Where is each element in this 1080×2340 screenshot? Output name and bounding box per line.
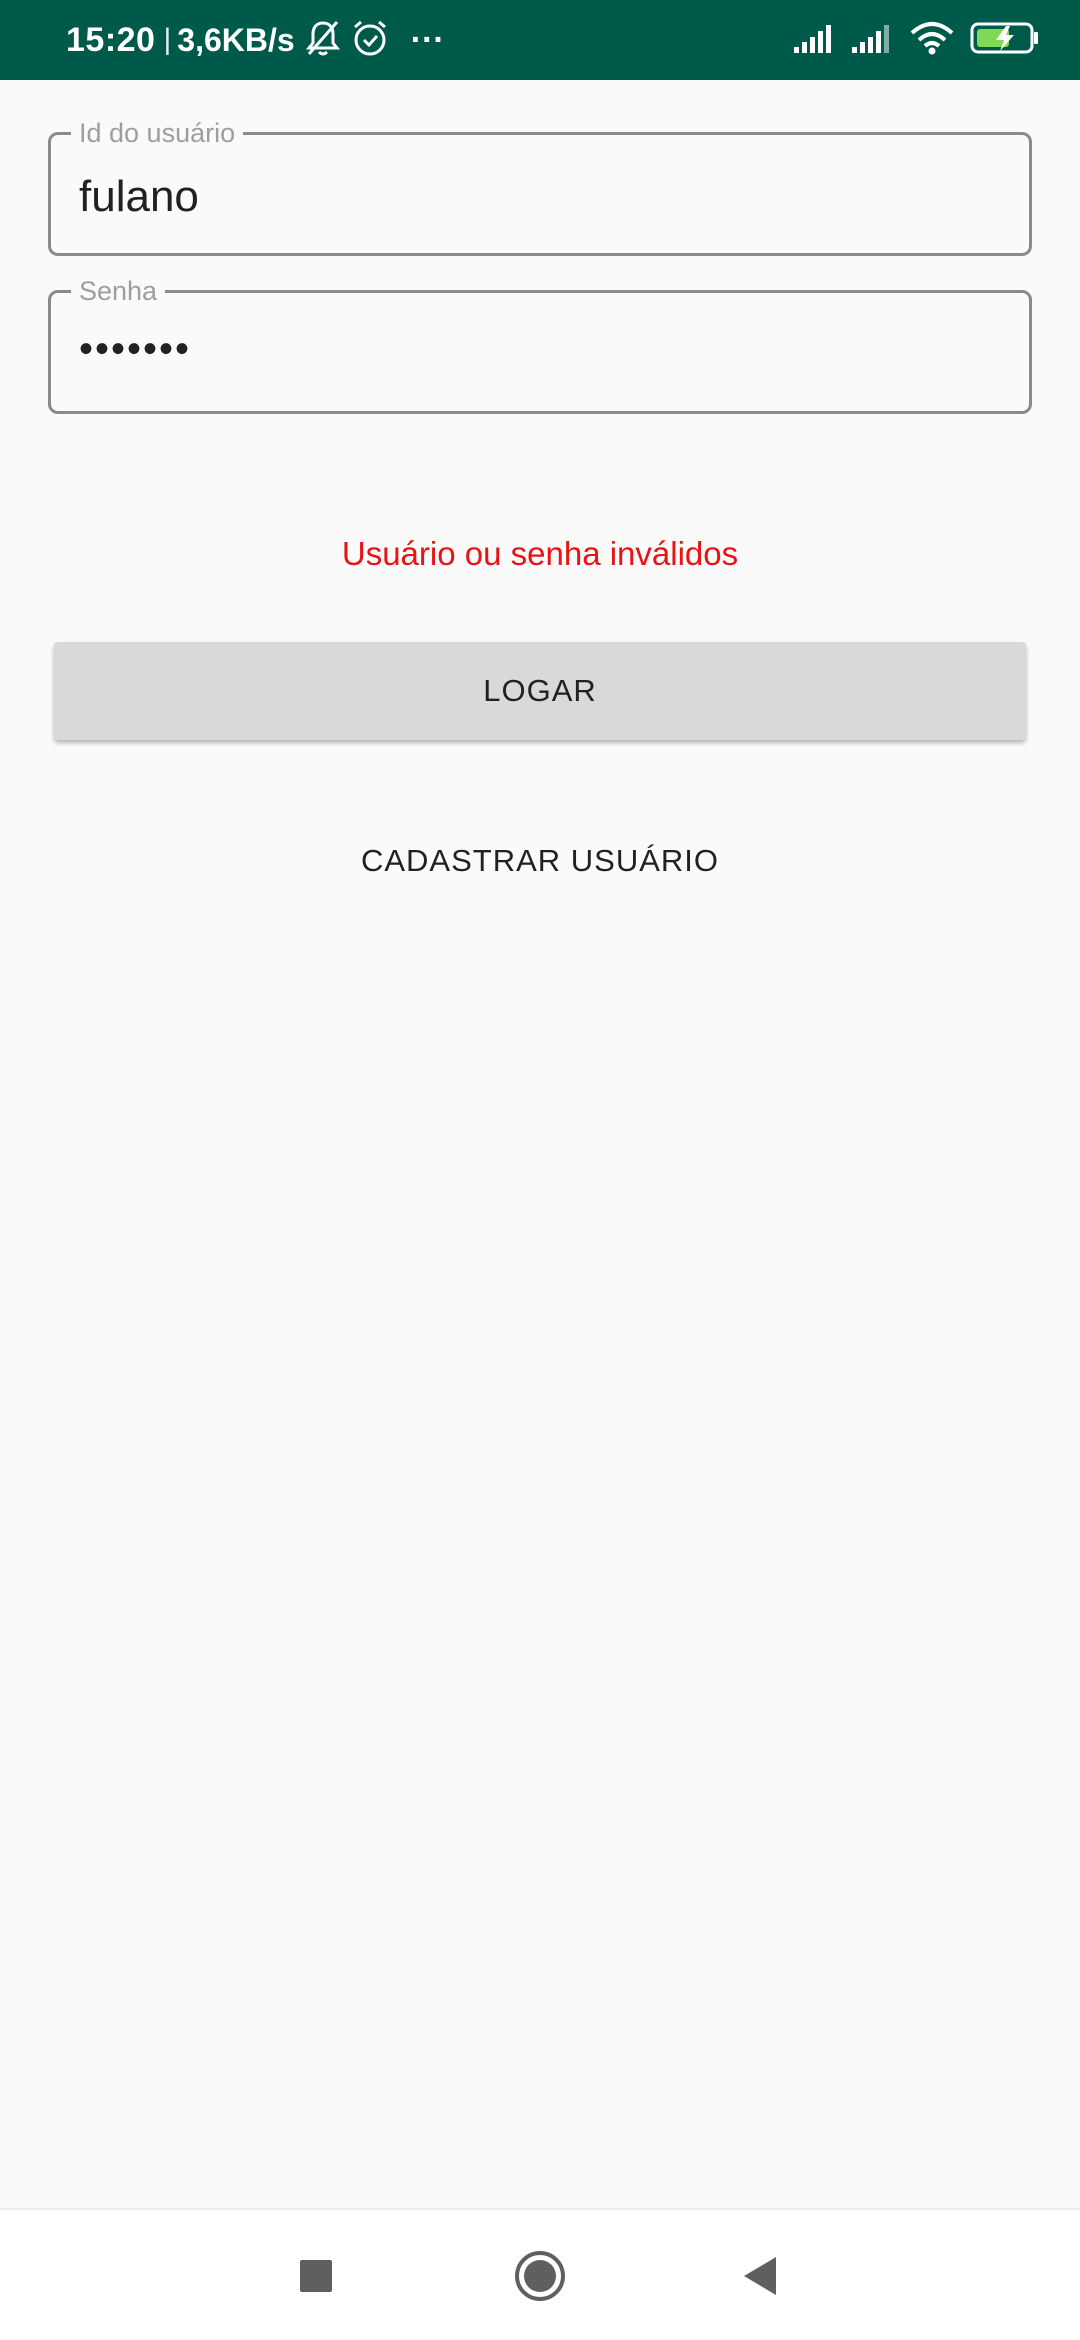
password-field[interactable]: Senha ••••••• <box>48 275 1032 414</box>
signal-icon <box>794 23 836 58</box>
status-right <box>794 0 1040 80</box>
wifi-icon <box>910 21 954 60</box>
back-triangle-icon[interactable] <box>700 2210 820 2340</box>
status-left: 15:20 | 3,6KB/s ··· <box>66 0 445 80</box>
battery-charging-icon <box>970 21 1040 60</box>
navigation-bar <box>0 2208 1080 2340</box>
register-user-button[interactable]: CADASTRAR USUÁRIO <box>300 826 780 896</box>
alarm-icon <box>351 18 389 63</box>
status-bar: 15:20 | 3,6KB/s ··· <box>0 0 1080 80</box>
home-circle-icon[interactable] <box>480 2210 600 2340</box>
more-notifications-indicator: ··· <box>410 20 445 59</box>
user-id-field[interactable]: Id do usuário fulano <box>48 117 1032 256</box>
password-label: Senha <box>71 275 166 307</box>
status-time: 15:20 <box>66 20 156 59</box>
signal-icon <box>852 23 894 58</box>
user-id-label: Id do usuário <box>71 117 244 149</box>
recents-square-icon[interactable] <box>256 2210 376 2340</box>
password-value[interactable]: ••••••• <box>79 323 191 375</box>
login-screen: 15:20 | 3,6KB/s ··· Id do usuário fulano… <box>0 0 1080 2340</box>
network-speed: 3,6KB/s <box>177 21 295 58</box>
status-separator: | <box>163 23 172 56</box>
login-button[interactable]: LOGAR <box>54 642 1026 740</box>
error-message: Usuário ou senha inválidos <box>341 535 739 572</box>
bell-off-icon <box>305 18 341 63</box>
user-id-value[interactable]: fulano <box>79 171 199 223</box>
